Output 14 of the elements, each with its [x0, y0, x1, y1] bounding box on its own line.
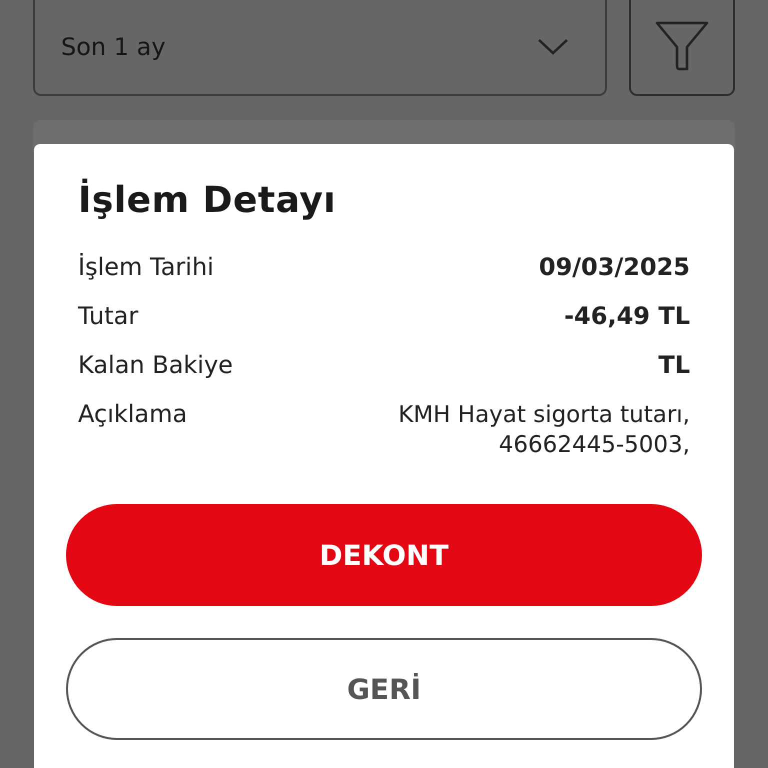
back-button[interactable]: GERİ: [66, 638, 702, 740]
detail-label: Tutar: [78, 302, 138, 330]
period-dropdown[interactable]: Son 1 ay: [33, 0, 607, 96]
detail-value: -46,49 TL: [564, 302, 690, 330]
detail-label: Kalan Bakiye: [78, 351, 233, 379]
detail-value: 09/03/2025: [538, 253, 690, 281]
filter-button[interactable]: [629, 0, 735, 96]
detail-label: İşlem Tarihi: [78, 253, 214, 281]
dialog-title: İşlem Detayı: [78, 180, 336, 221]
receipt-button[interactable]: DEKONT: [66, 504, 702, 606]
detail-value: KMH Hayat sigorta tutarı, 46662445-5003,: [397, 401, 690, 460]
detail-label: Açıklama: [78, 400, 188, 428]
detail-value: TL: [658, 351, 690, 379]
chevron-down-icon: [537, 38, 569, 56]
